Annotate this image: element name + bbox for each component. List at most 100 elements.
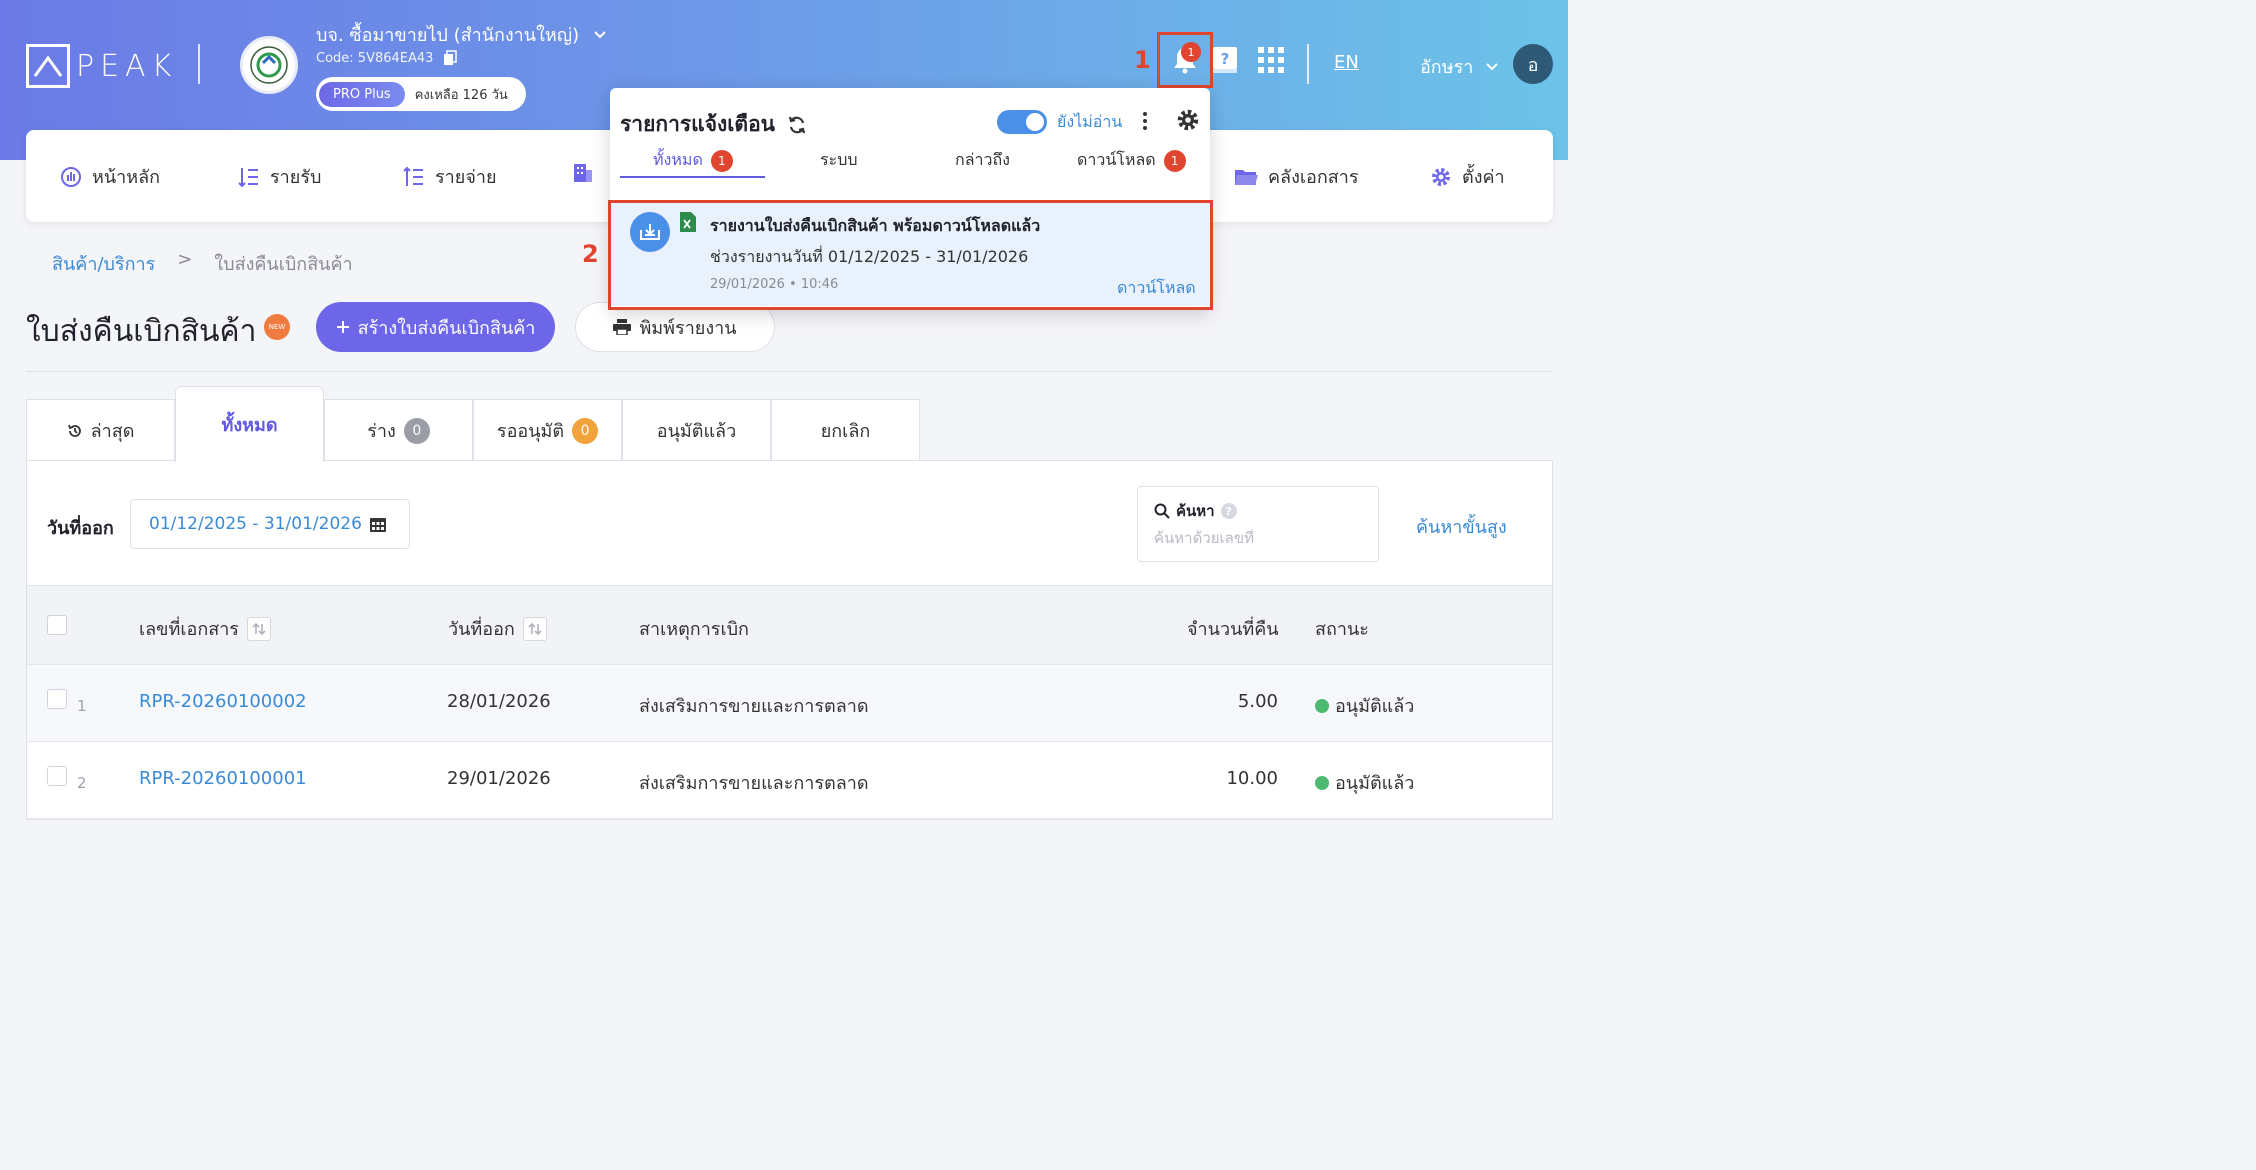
notification-tab-label: ระบบ bbox=[820, 150, 858, 169]
breadcrumb-current: ใบส่งคืนเบิกสินค้า bbox=[214, 254, 353, 275]
doc-number-link[interactable]: RPR-20260100002 bbox=[139, 691, 307, 712]
search-label: ค้นหา bbox=[1176, 502, 1215, 520]
expense-icon bbox=[403, 166, 423, 186]
doc-number-link[interactable]: RPR-20260100001 bbox=[139, 768, 307, 789]
breadcrumb: สินค้า/บริการ > ใบส่งคืนเบิกสินค้า bbox=[52, 249, 353, 278]
notification-item-body: ช่วงรายงานวันที่ 01/12/2025 - 31/01/2026 bbox=[710, 247, 1029, 266]
draft-count-badge: 0 bbox=[403, 417, 430, 444]
unread-toggle-label: ยังไม่อ่าน bbox=[1057, 112, 1123, 131]
header-divider-right bbox=[1307, 44, 1309, 84]
doc-date: 29/01/2026 bbox=[447, 768, 551, 789]
tab-label: ยกเลิก bbox=[820, 421, 871, 442]
doc-qty: 10.00 bbox=[1226, 768, 1278, 789]
nav-item-home[interactable]: หน้าหลัก bbox=[60, 162, 160, 191]
tab-pending[interactable]: รออนุมัติ 0 bbox=[473, 399, 622, 461]
annotation-marker-2: 2 bbox=[582, 240, 599, 268]
table-header: เลขที่เอกสาร วันที่ออก สาเหตุการเบิก จำน… bbox=[27, 585, 1552, 665]
nav-item-assets[interactable] bbox=[572, 162, 594, 184]
notification-tab-label: ดาวน์โหลด bbox=[1077, 150, 1156, 169]
tab-cancelled[interactable]: ยกเลิก bbox=[771, 399, 920, 461]
table-row[interactable]: 1 RPR-20260100002 28/01/2026 ส่งเสริมการ… bbox=[27, 665, 1552, 742]
notification-download-link[interactable]: ดาวน์โหลด bbox=[1117, 276, 1196, 301]
excel-file-icon bbox=[680, 212, 696, 232]
notification-item-time: 29/01/2026 • 10:46 bbox=[710, 277, 839, 292]
tab-recent[interactable]: ล่าสุด bbox=[26, 399, 175, 461]
tab-label: ล่าสุด bbox=[90, 421, 135, 442]
nav-item-label: ตั้งค่า bbox=[1462, 167, 1505, 188]
peak-logo[interactable]: PEAK bbox=[26, 44, 177, 88]
nav-item-documents[interactable]: คลังเอกสาร bbox=[1234, 162, 1358, 191]
column-header-status: สถานะ bbox=[1315, 614, 1369, 643]
nav-item-label: คลังเอกสาร bbox=[1268, 167, 1359, 188]
pending-count-badge: 0 bbox=[572, 417, 599, 444]
sort-icon[interactable] bbox=[522, 616, 547, 641]
date-range-picker[interactable]: 01/12/2025 - 31/01/2026 bbox=[130, 499, 410, 549]
calendar-icon bbox=[369, 518, 386, 532]
row-checkbox[interactable] bbox=[47, 766, 67, 786]
list-panel: วันที่ออก 01/12/2025 - 31/01/2026 ค้นหา … bbox=[26, 460, 1553, 820]
tab-label: อนุมัติแล้ว bbox=[656, 421, 737, 442]
notification-tab-count: 1 bbox=[710, 149, 733, 172]
building-icon bbox=[574, 164, 592, 182]
sort-icon[interactable] bbox=[246, 616, 271, 641]
tab-draft[interactable]: ร่าง 0 bbox=[324, 399, 473, 461]
table-row[interactable]: 2 RPR-20260100001 29/01/2026 ส่งเสริมการ… bbox=[27, 742, 1552, 819]
notification-item-title: รายงานใบส่งคืนเบิกสินค้า พร้อมดาวน์โหลดแ… bbox=[710, 216, 1041, 235]
refresh-icon[interactable] bbox=[787, 115, 807, 135]
doc-qty: 5.00 bbox=[1237, 691, 1278, 712]
nav-item-settings[interactable]: ตั้งค่า bbox=[1430, 162, 1505, 191]
create-return-button[interactable]: สร้างใบส่งคืนเบิกสินค้า bbox=[316, 302, 555, 352]
nav-item-label: รายจ่าย bbox=[435, 167, 497, 188]
date-filter-label: วันที่ออก bbox=[47, 518, 114, 539]
advanced-search-link[interactable]: ค้นหาขั้นสูง bbox=[1416, 512, 1507, 541]
gear-icon[interactable] bbox=[1176, 108, 1200, 132]
breadcrumb-parent[interactable]: สินค้า/บริการ bbox=[52, 249, 155, 278]
notification-title: รายการแจ้งเตือน bbox=[620, 112, 776, 136]
tab-approved[interactable]: อนุมัติแล้ว bbox=[622, 399, 771, 461]
plan-info[interactable]: PRO Plus คงเหลือ 126 วัน bbox=[316, 77, 526, 111]
chevron-down-icon bbox=[1486, 62, 1499, 70]
more-options-icon[interactable] bbox=[1138, 110, 1152, 132]
notification-panel: รายการแจ้งเตือน ยังไม่อ่าน ทั้งหมด 1 ระบ… bbox=[610, 88, 1210, 310]
doc-date: 28/01/2026 bbox=[447, 691, 551, 712]
tab-label: รออนุมัติ bbox=[496, 421, 565, 442]
notification-item[interactable]: รายงานใบส่งคืนเบิกสินค้า พร้อมดาวน์โหลดแ… bbox=[610, 202, 1210, 306]
folder-icon bbox=[1235, 169, 1258, 185]
logo-mark-icon bbox=[26, 44, 70, 88]
company-logo[interactable] bbox=[240, 36, 298, 94]
notification-tab-system[interactable]: ระบบ bbox=[820, 148, 858, 173]
column-header-date[interactable]: วันที่ออก bbox=[448, 614, 547, 643]
tab-label: ร่าง bbox=[367, 421, 396, 442]
help-manual-icon[interactable]: ? bbox=[1211, 46, 1239, 74]
plan-remaining: คงเหลือ 126 วัน bbox=[414, 87, 508, 103]
column-header-qty: จำนวนที่คืน bbox=[1187, 614, 1279, 643]
notification-tab-mentions[interactable]: กล่าวถึง bbox=[955, 148, 1010, 173]
apps-grid-icon[interactable] bbox=[1257, 46, 1285, 74]
dashboard-icon bbox=[61, 166, 81, 187]
nav-item-expense[interactable]: รายจ่าย bbox=[403, 162, 497, 191]
column-header-doc-no[interactable]: เลขที่เอกสาร bbox=[139, 614, 271, 643]
notification-tab-label: กล่าวถึง bbox=[955, 150, 1010, 169]
nav-item-label: รายรับ bbox=[270, 167, 322, 188]
notification-tab-count: 1 bbox=[1163, 149, 1186, 172]
company-selector[interactable]: บจ. ซื้อมาขายไป (สำนักงานใหญ่) bbox=[316, 20, 607, 49]
search-label-row: ค้นหา ? bbox=[1154, 499, 1362, 523]
copy-icon[interactable] bbox=[443, 50, 458, 66]
user-avatar[interactable]: อ bbox=[1513, 44, 1553, 84]
notification-tab-all[interactable]: ทั้งหมด 1 bbox=[653, 148, 733, 173]
status-text: อนุมัติแล้ว bbox=[1335, 696, 1415, 717]
user-menu[interactable]: อักษรา bbox=[1420, 52, 1499, 81]
breadcrumb-separator: > bbox=[177, 249, 193, 270]
select-all-checkbox[interactable] bbox=[47, 615, 67, 635]
help-icon[interactable]: ? bbox=[1220, 503, 1237, 519]
search-input[interactable] bbox=[1154, 529, 1362, 547]
notification-tab-downloads[interactable]: ดาวน์โหลด 1 bbox=[1077, 148, 1186, 173]
language-switch[interactable]: EN bbox=[1334, 52, 1359, 73]
unread-toggle[interactable] bbox=[997, 110, 1047, 134]
tab-all[interactable]: ทั้งหมด bbox=[175, 386, 324, 462]
nav-item-income[interactable]: รายรับ bbox=[238, 162, 321, 191]
company-code: Code: 5V864EA43 bbox=[316, 50, 458, 66]
nav-item-label: หน้าหลัก bbox=[92, 167, 161, 188]
row-checkbox[interactable] bbox=[47, 689, 67, 709]
income-icon bbox=[238, 167, 258, 187]
